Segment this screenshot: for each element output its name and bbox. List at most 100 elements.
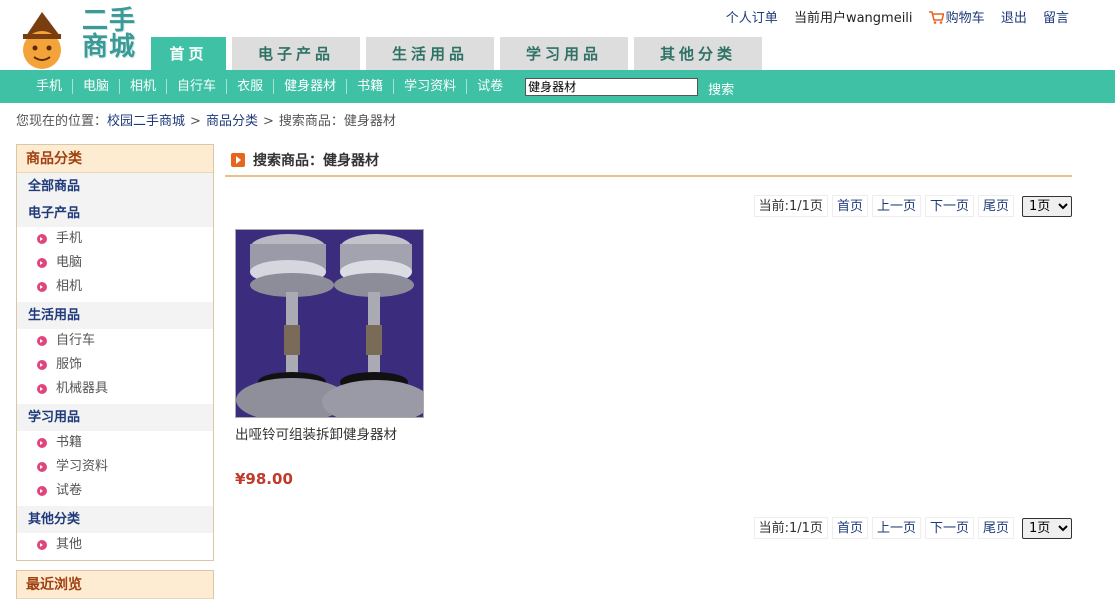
- subnav-item-computer[interactable]: 电脑: [72, 79, 119, 94]
- page-select[interactable]: 1页: [1022, 517, 1072, 539]
- sidebar-item-label: 书籍: [56, 435, 83, 450]
- current-user-label: 当前用户wangmeili: [793, 11, 913, 26]
- top-links: 个人订单 当前用户wangmeili 购物车 退出 留言: [714, 7, 1069, 26]
- pager-bottom: 当前:1/1页 首页 上一页 下一页 尾页 1页: [750, 517, 1072, 539]
- sidebar-item-label: 机械器具: [56, 381, 109, 396]
- cart-link[interactable]: 购物车: [928, 11, 989, 26]
- logo-mascot-icon: [23, 12, 61, 69]
- message-link[interactable]: 留言: [1043, 11, 1069, 26]
- cart-label: 购物车: [945, 11, 985, 26]
- sidebar-group-study[interactable]: 学习用品: [17, 404, 213, 431]
- header: 二手 商城 个人订单 当前用户wangmeili 购物车 退出 留言 首页 电子…: [0, 0, 1115, 70]
- sidebar-item-all[interactable]: 全部商品: [17, 173, 213, 200]
- pager-last[interactable]: 尾页: [977, 517, 1014, 539]
- pager-first[interactable]: 首页: [831, 195, 868, 217]
- sidebar-item-machinery[interactable]: 机械器具: [17, 377, 213, 401]
- bullet-arrow-icon: [37, 282, 47, 292]
- sidebar-item-label: 学习资料: [56, 459, 109, 474]
- logo-line1: 二手: [82, 6, 137, 36]
- sidebar: 商品分类 全部商品 电子产品 手机 电脑 相机 生活用品 自行车 服饰 机械器具…: [16, 144, 214, 599]
- bullet-arrow-icon: [37, 336, 47, 346]
- breadcrumb-home[interactable]: 校园二手商城: [107, 114, 185, 129]
- bullet-arrow-icon: [37, 438, 47, 448]
- tab-study[interactable]: 学习用品: [500, 37, 628, 70]
- sidebar-item-label: 相机: [56, 279, 83, 294]
- pager-next[interactable]: 下一页: [924, 195, 974, 217]
- tab-living[interactable]: 生活用品: [366, 37, 494, 70]
- product-price: ¥98.00: [235, 470, 293, 488]
- cart-icon: [928, 11, 944, 24]
- bullet-arrow-icon: [37, 258, 47, 268]
- breadcrumb-category[interactable]: 商品分类: [206, 114, 258, 129]
- subnav-item-materials[interactable]: 学习资料: [393, 79, 466, 94]
- sidebar-item-camera[interactable]: 相机: [17, 275, 213, 299]
- bullet-arrow-icon: [37, 486, 47, 496]
- subnav-item-camera[interactable]: 相机: [119, 79, 166, 94]
- bullet-arrow-icon: [37, 234, 47, 244]
- sidebar-item-apparel[interactable]: 服饰: [17, 353, 213, 377]
- subnav-item-phone[interactable]: 手机: [26, 79, 72, 94]
- subnav-item-fitness[interactable]: 健身器材: [273, 79, 346, 94]
- sidebar-item-books[interactable]: 书籍: [17, 431, 213, 455]
- category-panel-title: 商品分类: [17, 145, 213, 173]
- main-nav: 首页 电子产品 生活用品 学习用品 其他分类: [151, 37, 768, 70]
- bullet-arrow-icon: [37, 384, 47, 394]
- pager-top: 当前:1/1页 首页 上一页 下一页 尾页 1页: [225, 195, 1072, 217]
- breadcrumb: 您现在的位置：校园二手商城 > 商品分类 > 搜索商品：健身器材: [0, 103, 1115, 141]
- pager-prev[interactable]: 上一页: [871, 195, 921, 217]
- sidebar-group-living[interactable]: 生活用品: [17, 302, 213, 329]
- breadcrumb-current: 搜索商品：健身器材: [278, 114, 396, 129]
- bullet-arrow-icon: [37, 540, 47, 550]
- search-input[interactable]: [525, 77, 699, 96]
- subnav-item-clothes[interactable]: 衣服: [226, 79, 273, 94]
- sidebar-item-other[interactable]: 其他: [17, 533, 213, 557]
- breadcrumb-separator: >: [190, 114, 201, 129]
- sidebar-item-label: 手机: [56, 231, 83, 246]
- pager-next[interactable]: 下一页: [924, 517, 974, 539]
- product-image[interactable]: [235, 229, 424, 418]
- pager-last[interactable]: 尾页: [977, 195, 1014, 217]
- subnav-item-bicycle[interactable]: 自行车: [166, 79, 226, 94]
- page-select[interactable]: 1页: [1022, 195, 1072, 217]
- sidebar-item-label: 自行车: [56, 333, 96, 348]
- bullet-arrow-icon: [37, 462, 47, 472]
- recent-panel-title: 最近浏览: [17, 571, 213, 599]
- pager-status: 当前:1/1页: [753, 195, 828, 217]
- product-name-link[interactable]: 出哑铃可组装拆卸健身器材: [235, 423, 435, 443]
- sidebar-item-materials[interactable]: 学习资料: [17, 455, 213, 479]
- logo-line2: 商城: [82, 32, 137, 62]
- category-panel: 商品分类 全部商品 电子产品 手机 电脑 相机 生活用品 自行车 服饰 机械器具…: [16, 144, 214, 561]
- logout-link[interactable]: 退出: [1001, 11, 1027, 26]
- pager-first[interactable]: 首页: [831, 517, 868, 539]
- sidebar-item-bicycle[interactable]: 自行车: [17, 329, 213, 353]
- sidebar-item-computer[interactable]: 电脑: [17, 251, 213, 275]
- dumbbell-photo: [236, 230, 423, 417]
- sidebar-group-other[interactable]: 其他分类: [17, 506, 213, 533]
- tab-other[interactable]: 其他分类: [634, 37, 762, 70]
- my-orders-link[interactable]: 个人订单: [726, 11, 778, 26]
- sidebar-item-label: 其他: [56, 537, 83, 552]
- site-logo[interactable]: 二手 商城: [14, 4, 144, 69]
- sidebar-item-phone[interactable]: 手机: [17, 227, 213, 251]
- search-button[interactable]: 搜索: [708, 79, 734, 98]
- pager-prev[interactable]: 上一页: [871, 517, 921, 539]
- sidebar-item-label: 服饰: [56, 357, 83, 372]
- pager-status: 当前:1/1页: [753, 517, 828, 539]
- sidebar-group-electronics[interactable]: 电子产品: [17, 200, 213, 227]
- arrow-right-icon: [231, 152, 245, 167]
- tab-electronics[interactable]: 电子产品: [232, 37, 360, 70]
- content-header: 搜索商品：健身器材: [225, 144, 1072, 177]
- sidebar-item-papers[interactable]: 试卷: [17, 479, 213, 503]
- breadcrumb-separator: >: [262, 114, 274, 129]
- product-card[interactable]: 出哑铃可组装拆卸健身器材 ¥98.00: [235, 229, 435, 488]
- subnav-item-books[interactable]: 书籍: [346, 79, 393, 94]
- recent-panel: 最近浏览: [16, 570, 214, 599]
- sidebar-item-label: 试卷: [56, 483, 83, 498]
- tab-home[interactable]: 首页: [151, 37, 226, 70]
- breadcrumb-prefix: 您现在的位置：: [16, 114, 108, 129]
- logo-text: 二手 商城: [82, 8, 148, 60]
- sub-nav: 手机 电脑 相机 自行车 衣服 健身器材 书籍 学习资料 试卷 搜索: [0, 70, 1115, 103]
- subnav-item-papers[interactable]: 试卷: [466, 79, 513, 94]
- page-title: 搜索商品：健身器材: [253, 152, 379, 169]
- main-content: 搜索商品：健身器材 当前:1/1页 首页 上一页 下一页 尾页 1页 出哑铃可组…: [225, 144, 1072, 539]
